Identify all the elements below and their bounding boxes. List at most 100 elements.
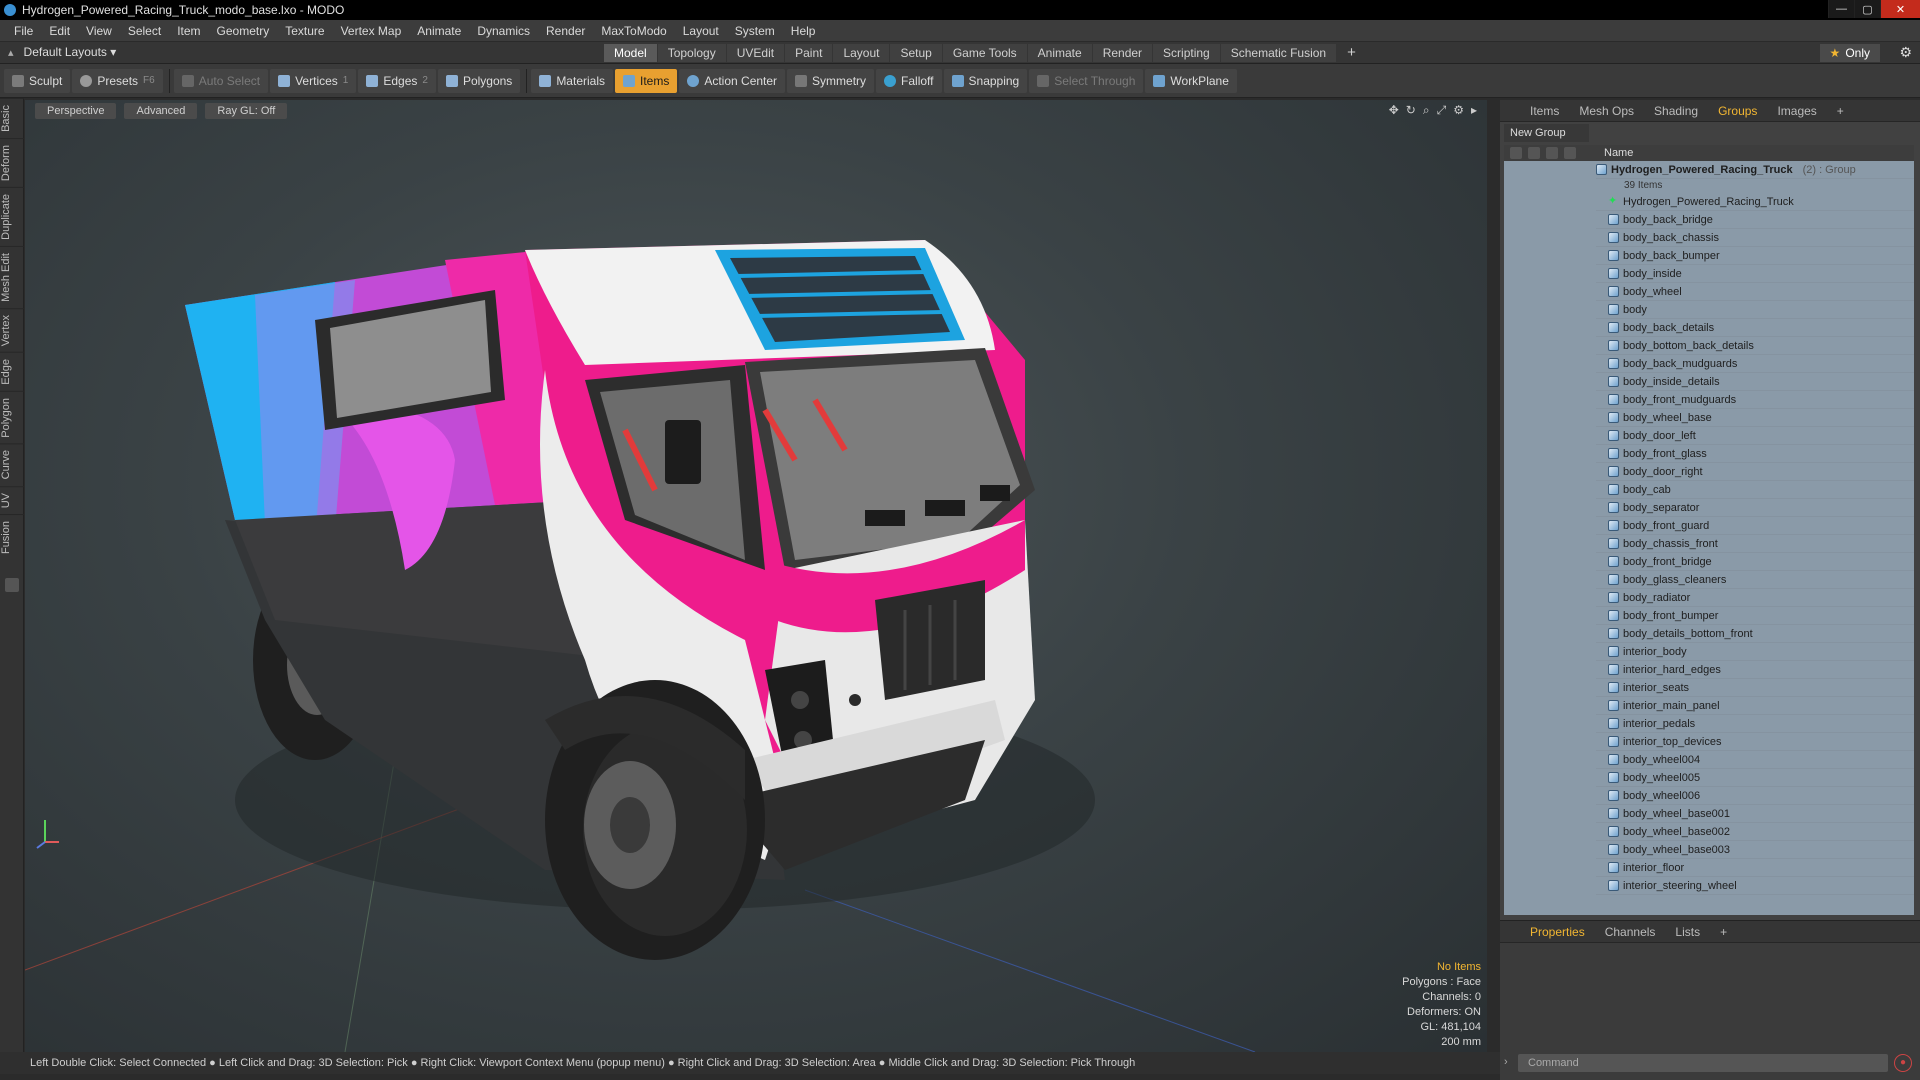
row-visibility[interactable] (1504, 732, 1596, 751)
select-icon[interactable] (1564, 147, 1576, 159)
command-record-icon[interactable]: ● (1894, 1054, 1912, 1072)
list-item[interactable]: body_back_chassis (1504, 228, 1914, 247)
row-visibility[interactable] (1504, 660, 1596, 679)
tab-channels[interactable]: Channels (1595, 923, 1666, 941)
symmetry-button[interactable]: Symmetry (787, 68, 875, 93)
list-item[interactable]: interior_main_panel (1504, 696, 1914, 715)
command-input[interactable]: Command (1518, 1054, 1888, 1072)
tab-images[interactable]: Images (1767, 102, 1826, 120)
list-item[interactable]: body_wheel_base (1504, 408, 1914, 427)
list-item[interactable]: body_back_mudguards (1504, 354, 1914, 373)
left-tab-basic[interactable]: Basic (0, 98, 24, 138)
list-item[interactable]: body_front_bridge (1504, 552, 1914, 571)
palette-toggle-icon[interactable] (4, 578, 19, 593)
menu-item[interactable]: Item (169, 24, 208, 38)
list-item[interactable]: body_front_bumper (1504, 606, 1914, 625)
list-item[interactable]: body_back_details (1504, 318, 1914, 337)
row-visibility[interactable] (1504, 282, 1596, 301)
layout-selector[interactable]: ▴ Default Layouts ▾ (8, 45, 116, 59)
list-item[interactable]: body_radiator (1504, 588, 1914, 607)
list-item[interactable]: body_back_bridge (1504, 210, 1914, 229)
menu-layout[interactable]: Layout (675, 24, 727, 38)
sculpt-button[interactable]: Sculpt (4, 68, 71, 93)
row-visibility[interactable] (1504, 534, 1596, 553)
left-tab-polygon[interactable]: Polygon (0, 390, 24, 444)
tab-shading[interactable]: Shading (1644, 102, 1708, 120)
row-visibility[interactable] (1504, 840, 1596, 859)
left-tab-vertex[interactable]: Vertex (0, 307, 24, 352)
row-visibility[interactable] (1504, 858, 1596, 877)
row-visibility[interactable] (1504, 570, 1596, 589)
row-visibility[interactable] (1504, 804, 1596, 823)
shading-dropdown[interactable]: Advanced (124, 103, 198, 119)
new-group-button[interactable]: New Group (1504, 124, 1589, 142)
tab-schematic-fusion[interactable]: Schematic Fusion (1220, 44, 1337, 62)
tab-scripting[interactable]: Scripting (1153, 44, 1220, 62)
menu-help[interactable]: Help (783, 24, 824, 38)
row-visibility[interactable] (1504, 696, 1596, 715)
list-item[interactable]: body_front_mudguards (1504, 390, 1914, 409)
list-item[interactable]: interior_steering_wheel (1504, 876, 1914, 895)
menu-render[interactable]: Render (538, 24, 593, 38)
list-item[interactable]: body_back_bumper (1504, 246, 1914, 265)
menu-texture[interactable]: Texture (277, 24, 332, 38)
zoom-icon[interactable]: ⌕ (1423, 103, 1430, 118)
list-item[interactable]: body_wheel_base001 (1504, 804, 1914, 823)
row-visibility[interactable] (1504, 462, 1596, 481)
list-item[interactable]: body_door_left (1504, 426, 1914, 445)
auto-select-button[interactable]: Auto Select (173, 68, 269, 93)
list-item[interactable]: body_wheel005 (1504, 768, 1914, 787)
row-visibility[interactable] (1504, 372, 1596, 391)
row-visibility[interactable] (1504, 876, 1596, 895)
list-item[interactable]: body_wheel006 (1504, 786, 1914, 805)
items-button[interactable]: Items (615, 68, 678, 93)
list-item[interactable]: body_bottom_back_details (1504, 336, 1914, 355)
select-through-button[interactable]: Select Through (1029, 68, 1144, 93)
list-item[interactable]: body_glass_cleaners (1504, 570, 1914, 589)
row-visibility[interactable] (1504, 480, 1596, 499)
list-item[interactable]: body_wheel_base002 (1504, 822, 1914, 841)
tab-groups[interactable]: Groups (1708, 102, 1767, 120)
row-visibility[interactable] (1504, 714, 1596, 733)
list-item[interactable]: body_separator (1504, 498, 1914, 517)
minimize-button[interactable]: — (1828, 0, 1854, 18)
list-item[interactable]: body_inside (1504, 264, 1914, 283)
polygons-button[interactable]: Polygons (437, 68, 521, 93)
pin-icon[interactable]: ▴ (8, 46, 14, 59)
rotate-icon[interactable]: ↻ (1406, 103, 1416, 118)
row-visibility[interactable] (1504, 390, 1596, 409)
row-visibility[interactable] (1504, 354, 1596, 373)
maximize-button[interactable]: ▢ (1854, 0, 1880, 18)
left-tab-mesh-edit[interactable]: Mesh Edit (0, 245, 24, 308)
row-visibility[interactable] (1504, 228, 1596, 247)
row-visibility[interactable] (1504, 588, 1596, 607)
3d-viewport[interactable]: Perspective Advanced Ray GL: Off ✥ ↻ ⌕ ⤢… (25, 100, 1487, 1052)
row-visibility[interactable] (1504, 160, 1596, 179)
list-item[interactable]: interior_body (1504, 642, 1914, 661)
row-visibility[interactable] (1504, 264, 1596, 283)
tab-properties[interactable]: Properties (1520, 923, 1595, 941)
list-item[interactable]: body_inside_details (1504, 372, 1914, 391)
row-visibility[interactable] (1504, 516, 1596, 535)
row-visibility[interactable] (1504, 786, 1596, 805)
row-visibility[interactable] (1504, 678, 1596, 697)
row-visibility[interactable] (1504, 606, 1596, 625)
left-tab-deform[interactable]: Deform (0, 137, 24, 187)
view-type-dropdown[interactable]: Perspective (35, 103, 117, 119)
list-item[interactable]: body_details_bottom_front (1504, 624, 1914, 643)
list-item[interactable]: ✦ Hydrogen_Powered_Racing_Truck (1504, 192, 1914, 211)
menu-edit[interactable]: Edit (41, 24, 78, 38)
list-item[interactable]: interior_hard_edges (1504, 660, 1914, 679)
edges-button[interactable]: Edges 2 (358, 68, 436, 93)
vertices-button[interactable]: Vertices 1 (270, 68, 357, 93)
left-tab-uv[interactable]: UV (0, 485, 24, 515)
menu-geometry[interactable]: Geometry (209, 24, 278, 38)
row-visibility[interactable] (1504, 318, 1596, 337)
row-visibility[interactable] (1504, 246, 1596, 265)
raygl-toggle[interactable]: Ray GL: Off (205, 103, 288, 119)
tab-setup[interactable]: Setup (890, 44, 942, 62)
tab-lists[interactable]: Lists (1665, 923, 1710, 941)
left-tab-edge[interactable]: Edge (0, 351, 24, 391)
group-row[interactable]: Hydrogen_Powered_Racing_Truck (2) : Grou… (1504, 160, 1914, 179)
list-item[interactable]: body_cab (1504, 480, 1914, 499)
